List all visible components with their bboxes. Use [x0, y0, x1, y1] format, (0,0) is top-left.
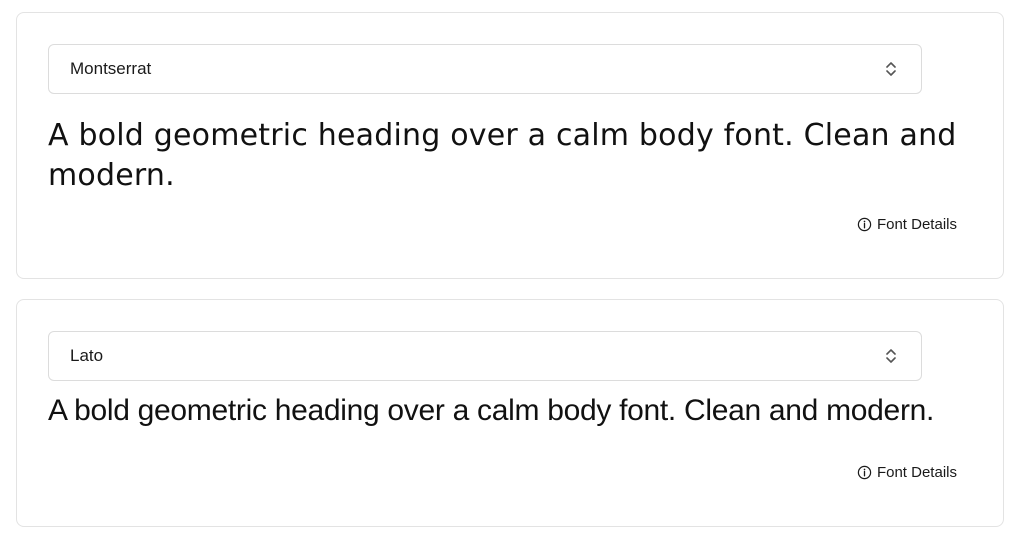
font-preview-text: A bold geometric heading over a calm bod… [48, 118, 957, 193]
font-card-1: Montserrat A bold geometric heading over… [16, 12, 1004, 279]
font-details-link[interactable]: Font Details [857, 464, 957, 481]
font-select-value: Montserrat [70, 59, 152, 78]
chevron-up-down-icon [886, 349, 896, 363]
font-preview-text: A bold geometric heading over a calm bod… [48, 394, 935, 427]
info-icon [857, 217, 872, 232]
font-details-link[interactable]: Font Details [857, 216, 957, 233]
font-select-value: Lato [70, 346, 104, 365]
font-select[interactable]: Lato [48, 331, 922, 381]
font-details-label: Font Details [876, 464, 957, 481]
font-select[interactable]: Montserrat [48, 44, 922, 94]
font-card-2: Lato A bold geometric heading over a cal… [16, 299, 1004, 527]
font-details-label: Font Details [876, 216, 957, 233]
chevron-up-down-icon [886, 62, 896, 76]
info-icon [857, 465, 872, 480]
